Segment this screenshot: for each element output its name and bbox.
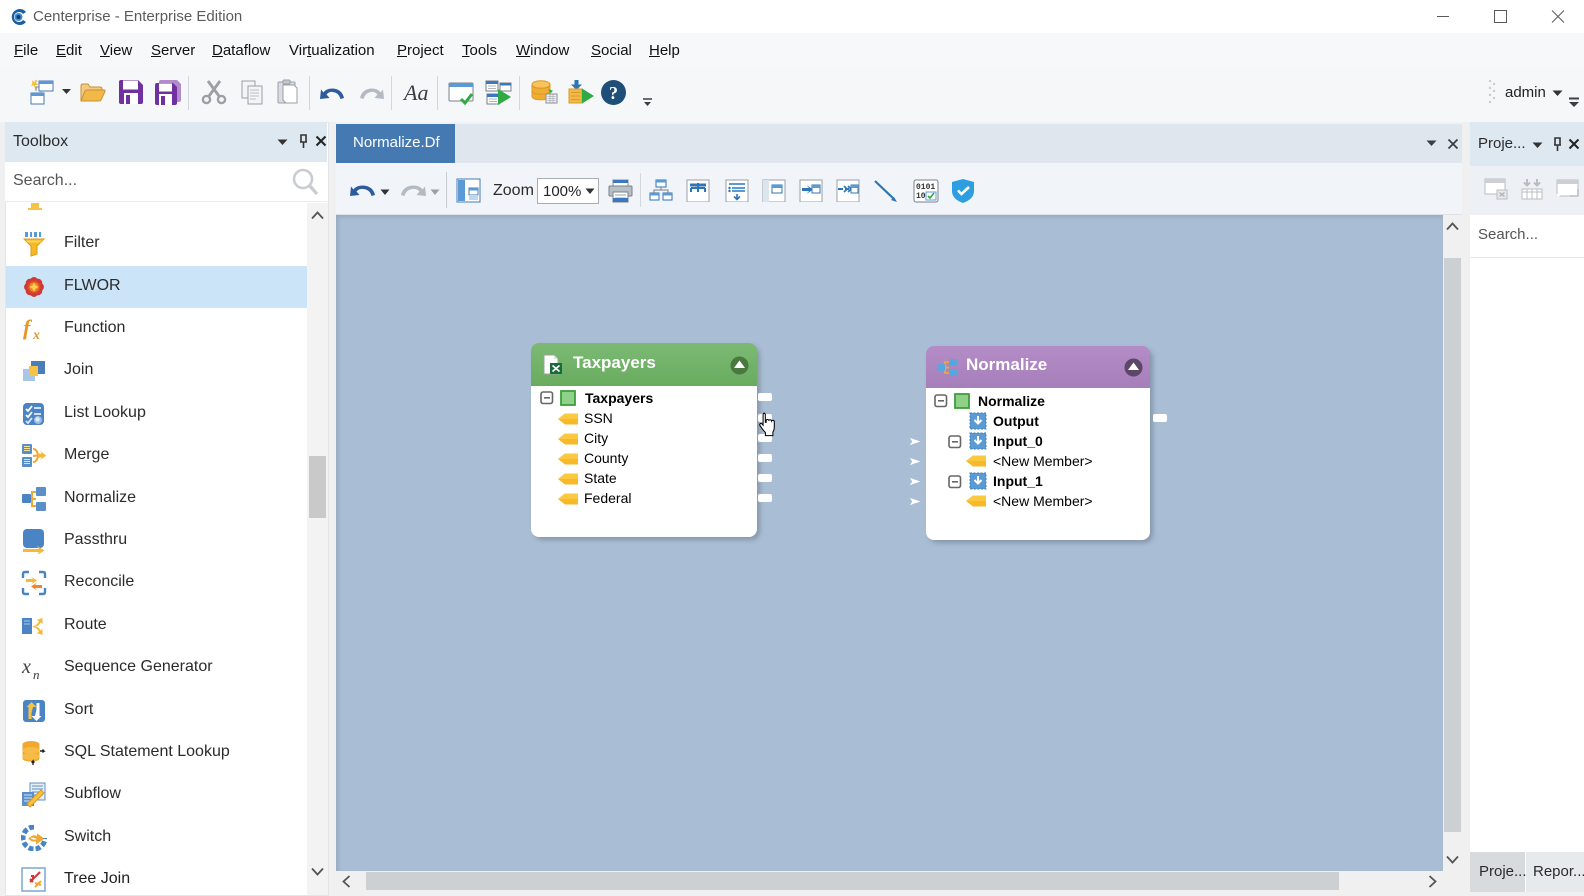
svg-text:0101: 0101 [916, 183, 935, 192]
svg-text:x: x [21, 656, 31, 678]
svg-text:?: ? [609, 83, 618, 103]
svg-text:x: x [32, 328, 40, 342]
svg-text:f: f [23, 316, 33, 340]
svg-text:n: n [33, 667, 40, 681]
svg-text:10: 10 [916, 192, 926, 201]
